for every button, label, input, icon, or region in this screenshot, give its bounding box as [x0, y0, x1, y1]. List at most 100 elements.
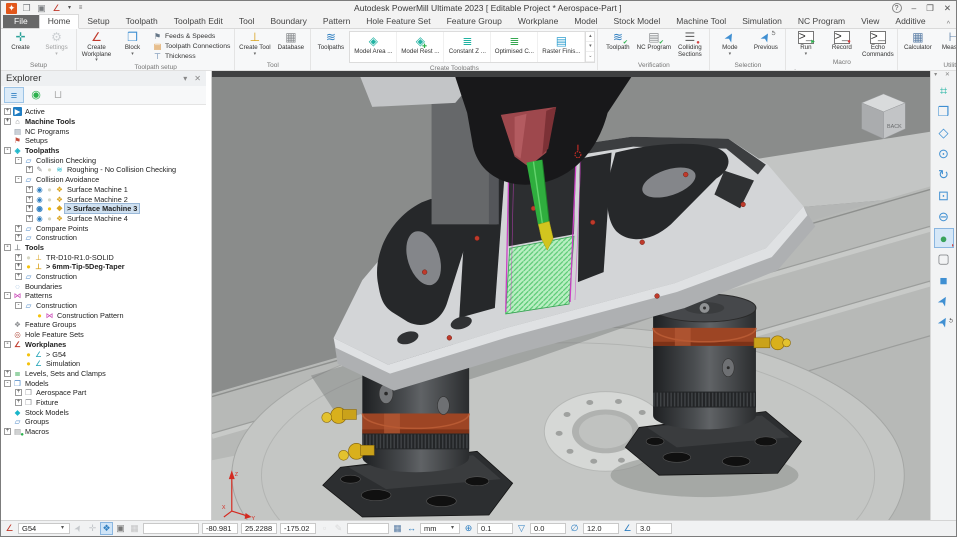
view-tool-shaded-view-icon[interactable]: ● ◗: [933, 228, 955, 249]
units-selector[interactable]: mm ▾: [420, 523, 460, 534]
tree-item-tools[interactable]: - ⊥ Tools: [1, 243, 206, 253]
ribbon-button-create-workplane[interactable]: ∠ Create Workplane ▾: [79, 30, 114, 63]
gallery-item-constant-z[interactable]: ≣ Constant Z ...: [444, 32, 492, 62]
tab-pattern[interactable]: Pattern: [315, 15, 358, 28]
panel-menu-icon[interactable]: ▾: [183, 74, 187, 83]
view-cube-label[interactable]: BACK: [887, 124, 902, 130]
collapse-icon[interactable]: -: [4, 379, 11, 387]
expand-icon[interactable]: +: [26, 195, 33, 203]
expand-icon[interactable]: +: [4, 118, 11, 126]
ribbon-button-echo-commands[interactable]: >_ Echo Commands: [860, 30, 895, 58]
tree-item-fixture[interactable]: + ❒ Fixture: [1, 398, 206, 408]
ribbon-button-create[interactable]: ✛ Create: [3, 30, 38, 61]
tree-item-surface-machine-1[interactable]: + ◉ ● ❖ Surface Machine 1: [1, 185, 206, 195]
ribbon-button-mode[interactable]: ➤ Mode ▾: [712, 30, 747, 61]
tree-item-simulation[interactable]: ● ∠ Simulation: [1, 359, 206, 369]
collapse-icon[interactable]: -: [4, 292, 11, 300]
view-tool-shaded-block-icon[interactable]: ■: [934, 270, 954, 290]
collapse-icon[interactable]: -: [4, 147, 11, 155]
collapse-ribbon-icon[interactable]: ^: [947, 21, 950, 28]
tree-item-toolpaths[interactable]: - ◈ Toolpaths: [1, 146, 206, 156]
view-tool-zoom-out-icon[interactable]: ⊖: [934, 207, 954, 227]
tree-item-boundaries[interactable]: ◌ Boundaries: [1, 281, 206, 291]
view-tool-select-area-icon[interactable]: ➤: [934, 291, 954, 311]
view-tool-reselect-icon[interactable]: ➤ ↺: [934, 312, 956, 332]
view-tool-block-toggle-icon[interactable]: ❒: [934, 102, 954, 122]
tree-item-roughing-no-collision-checking[interactable]: + ✎ ● ≋ Roughing - No Collision Checking: [1, 165, 206, 175]
calc-status-icon[interactable]: ▦: [392, 523, 403, 534]
tree-item-surface-machine-2[interactable]: + ◉ ● ❖ Surface Machine 2: [1, 194, 206, 204]
expand-icon[interactable]: +: [15, 253, 22, 261]
view-tool-zoom-window-icon[interactable]: ⊡: [934, 186, 954, 206]
tab-hole-feature-set[interactable]: Hole Feature Set: [358, 15, 438, 28]
viewport-3d[interactable]: BACK Z Y X: [212, 71, 930, 520]
ribbon-button-block[interactable]: ❒ Block ▾: [115, 30, 150, 63]
dims-icon[interactable]: ↔: [406, 523, 417, 534]
gallery-up-icon[interactable]: ▴: [586, 32, 595, 42]
view-tool-refresh-icon[interactable]: ↻: [934, 165, 954, 185]
workplane-icon[interactable]: ∠: [51, 3, 62, 14]
coord-z-field[interactable]: -175.02: [280, 523, 316, 534]
view-tool-wireframe-view-icon[interactable]: ▢: [934, 249, 954, 269]
view-tool-stock-model-icon[interactable]: ◇: [934, 123, 954, 143]
pick-cursor-icon[interactable]: ➤: [71, 521, 86, 536]
open-icon[interactable]: ❐: [21, 3, 32, 14]
tree-item-feature-groups[interactable]: ❖ Feature Groups: [1, 320, 206, 330]
tree-item-surface-machine-4[interactable]: + ◉ ● ❖ Surface Machine 4: [1, 214, 206, 224]
tree-item-tr-d10-r1-0-solid[interactable]: + ● ⊥ TR-D10-R1.0-SOLID: [1, 252, 206, 262]
view-tool-zoom-fit-icon[interactable]: ⊙: [934, 144, 954, 164]
gallery-item-optimised-c[interactable]: ≣ Optimised C...: [491, 32, 539, 62]
tree-item-construction-pattern[interactable]: ● ⋈ Construction Pattern: [1, 310, 206, 320]
ribbon-button-database[interactable]: ▦ Database: [273, 30, 308, 61]
expand-icon[interactable]: +: [15, 398, 22, 406]
workplane-selector[interactable]: G54 ▾: [18, 523, 70, 534]
collapse-icon[interactable]: -: [4, 243, 11, 251]
collapse-icon[interactable]: -: [15, 156, 22, 164]
tree-item-patterns[interactable]: - ⋈ Patterns: [1, 291, 206, 301]
collapse-icon[interactable]: -: [15, 302, 22, 310]
coord-y-field[interactable]: 25.2288: [241, 523, 277, 534]
pick-point-icon[interactable]: ✛: [87, 523, 98, 534]
expand-icon[interactable]: +: [4, 428, 11, 436]
expand-icon[interactable]: +: [15, 389, 22, 397]
tree-item-nc-programs[interactable]: ▤ NC Programs: [1, 126, 206, 136]
tab-boundary[interactable]: Boundary: [263, 15, 315, 28]
ribbon-button-nc-program[interactable]: ▤ ✔ NC Program: [636, 30, 671, 61]
qat-overflow-icon[interactable]: ≡: [77, 3, 84, 14]
expression-input[interactable]: [347, 523, 389, 534]
gallery-item-model-rest[interactable]: ◈ ✚ Model Rest ...: [397, 32, 445, 62]
lock-icon[interactable]: ▣: [115, 523, 126, 534]
collapse-icon[interactable]: -: [4, 340, 11, 348]
tree-item-aerospace-part[interactable]: + ❒ Aerospace Part: [1, 388, 206, 398]
tab-additive[interactable]: Additive: [887, 15, 933, 28]
gallery-down-icon[interactable]: ▾: [586, 42, 595, 52]
tab-toolpath-edit[interactable]: Toolpath Edit: [166, 15, 231, 28]
explorer-tab-trash-icon[interactable]: ⊔: [48, 87, 68, 103]
app-logo[interactable]: ✦: [6, 2, 17, 14]
ribbon-button-toolpath-connections[interactable]: ▤ Toolpath Connections: [153, 42, 231, 51]
tab-home[interactable]: Home: [38, 14, 80, 29]
tree-item-construction[interactable]: - ▱ Construction: [1, 301, 206, 311]
view-toolbar-grip[interactable]: ▾ ✕: [931, 71, 956, 80]
tree-item-macros[interactable]: + ▤ ● Macros: [1, 427, 206, 438]
tree-item-construction[interactable]: + ▱ Construction: [1, 233, 206, 243]
minimize-button[interactable]: –: [912, 3, 917, 13]
restore-button[interactable]: ❐: [926, 3, 934, 13]
ribbon-button-toolpath[interactable]: ≋ ✔ Toolpath: [600, 30, 635, 61]
help-button[interactable]: ?: [891, 3, 902, 13]
tab-workplane[interactable]: Workplane: [510, 15, 566, 28]
ribbon-button-create-tool[interactable]: ⊥ Create Tool ▾: [237, 30, 272, 61]
position-input[interactable]: [143, 523, 199, 534]
expand-icon[interactable]: +: [15, 273, 22, 281]
tab-tool[interactable]: Tool: [231, 15, 263, 28]
tolerance-field[interactable]: 0.1: [477, 523, 513, 534]
ribbon-button-record[interactable]: >_ ● Record: [824, 30, 859, 58]
tree-item-surface-machine-3[interactable]: + ◉ ● ❖ > Surface Machine 3: [1, 203, 206, 215]
view-tool-machine-tool-icon[interactable]: ⌗: [934, 81, 954, 101]
gallery-item-raster-finis[interactable]: ▤ Raster Finis...: [538, 32, 586, 62]
ribbon-button-measure[interactable]: ⊢Measure: [936, 30, 956, 61]
collapse-icon[interactable]: -: [15, 176, 22, 184]
explorer-tab-tree-view-icon[interactable]: ≡: [4, 87, 24, 103]
save-icon[interactable]: ▣: [36, 3, 47, 14]
panel-close-icon[interactable]: ✕: [194, 74, 201, 83]
